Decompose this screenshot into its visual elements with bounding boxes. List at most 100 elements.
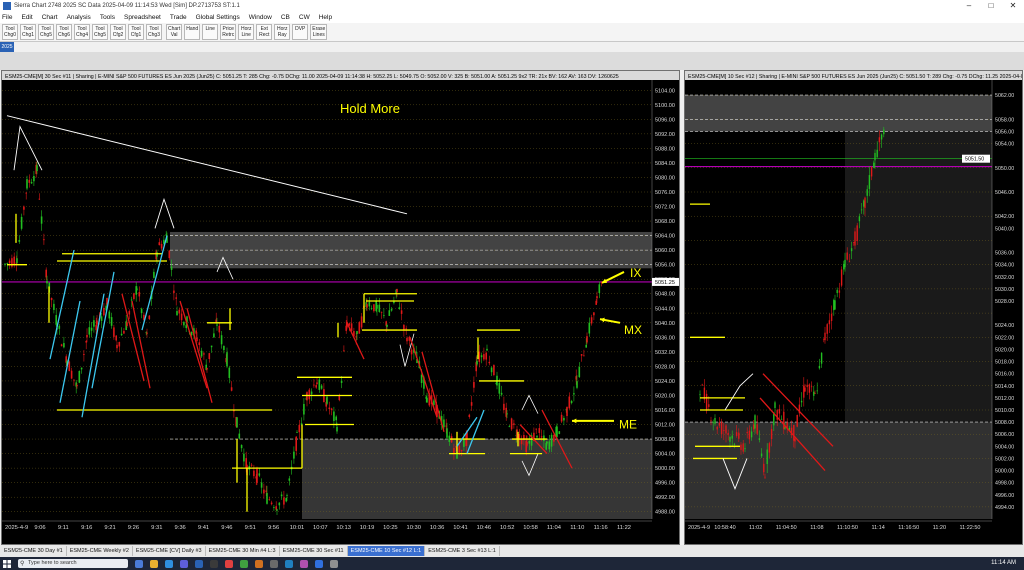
teams-icon[interactable] <box>180 559 188 568</box>
chart-tab[interactable]: ESM25-CME 30 Min #4 L:3 <box>206 546 280 556</box>
sierra-chart-icon[interactable] <box>195 559 203 568</box>
task-view-icon[interactable] <box>135 559 143 568</box>
candle-body <box>320 385 323 389</box>
toolbar-button-tool-cfg1[interactable]: Tool Cfg1 <box>128 24 144 40</box>
toolbar-button-tool-cfg2[interactable]: Tool Cfg2 <box>110 24 126 40</box>
toolbar-button-hand[interactable]: Hand <box>184 24 201 40</box>
candle-body <box>206 367 208 370</box>
toolbar-button-tool-chg1[interactable]: Tool Chg1 <box>20 24 36 40</box>
chart-tab[interactable]: ESM25-CME 30 Sec #11 <box>280 546 348 556</box>
app-icon-1[interactable] <box>210 559 218 568</box>
app-icon-7[interactable] <box>300 559 308 568</box>
candle-body <box>558 431 561 434</box>
edge-icon[interactable] <box>165 559 173 568</box>
toolbar-button-tool-chg0[interactable]: Tool Chg0 <box>2 24 18 40</box>
candle-body <box>318 379 321 390</box>
chart-10sec-canvas[interactable]: ESM25-CME[M] 10 Sec #12 | Sharing | E-MI… <box>685 71 1023 545</box>
menu-cw[interactable]: CW <box>299 14 310 21</box>
candle-body <box>308 389 311 400</box>
menu-edit[interactable]: Edit <box>21 14 32 21</box>
candle-body <box>498 382 501 394</box>
price-axis-label: 5036.00 <box>655 335 675 341</box>
candle-body <box>213 333 215 338</box>
price-axis-label: 5016.00 <box>995 372 1014 378</box>
menu-spreadsheet[interactable]: Spreadsheet <box>124 14 161 21</box>
candle-body <box>226 352 228 367</box>
candle-body <box>590 317 593 324</box>
price-axis-bg <box>992 80 1022 544</box>
app-icon-5[interactable] <box>270 559 278 568</box>
candle-body <box>844 259 846 268</box>
chart-30sec-canvas[interactable]: ESM25-CME[M] 30 Sec #11 | Sharing | E-MI… <box>2 71 680 545</box>
current-price-tag: 5051.50 <box>965 157 984 163</box>
app-icon-9[interactable] <box>330 559 338 568</box>
toolbar-button-tool-chg4[interactable]: Tool Chg4 <box>74 24 90 40</box>
candle-body <box>578 366 581 378</box>
peak-marker <box>521 394 539 414</box>
toolbar-button-horz-line[interactable]: Horz Line <box>238 24 255 40</box>
menu-file[interactable]: File <box>2 14 12 21</box>
candle-body <box>746 432 748 434</box>
menu-bar: File Edit Chart Analysis Tools Spreadsheet Tra… <box>0 12 1024 23</box>
app-icon-2[interactable] <box>225 559 233 568</box>
time-axis-label: 10:13 <box>336 525 351 531</box>
time-axis-label: 11:04 <box>547 525 562 531</box>
price-axis-label: 5012.00 <box>655 423 675 429</box>
chart-tab[interactable]: ESM25-CME 3 Sec #13 L:1 <box>425 546 500 556</box>
menu-cb[interactable]: CB <box>281 14 290 21</box>
app-icon-3[interactable] <box>240 559 248 568</box>
toolbar-button-line[interactable]: Line <box>202 24 219 40</box>
toolbar-button-tool-chg3[interactable]: Tool Chg3 <box>146 24 162 40</box>
menu-trade[interactable]: Trade <box>170 14 187 21</box>
menu-chart[interactable]: Chart <box>42 14 58 21</box>
candle-body <box>273 507 275 508</box>
toolbar-button-tool-chg5[interactable]: Tool Chg5 <box>92 24 108 40</box>
time-axis-label: 11:16 <box>594 525 608 531</box>
chart-10sec[interactable]: ESM25-CME[M] 10 Sec #12 | Sharing | E-MI… <box>684 70 1023 545</box>
candle-body <box>63 343 65 348</box>
chart-tab[interactable]: ESM25-CME [CV] Daily #3 <box>133 546 206 556</box>
chart-tab[interactable]: ESM25-CME 30 Day #1 <box>1 546 67 556</box>
candle-body <box>563 417 565 421</box>
maximize-icon[interactable]: □ <box>980 0 1002 12</box>
price-axis-label: 5012.00 <box>995 396 1014 402</box>
toolbar-button-chart-val[interactable]: Chart Val <box>166 24 183 40</box>
search-placeholder: Type here to search <box>28 560 77 566</box>
minimize-icon[interactable]: – <box>958 0 980 12</box>
toolbar-button-erase-lines[interactable]: Erase Lines <box>310 24 328 40</box>
price-axis-label: 4998.00 <box>995 481 1014 487</box>
toolbar-button-dvp[interactable]: DVP <box>292 24 309 40</box>
candle-body <box>263 489 265 494</box>
menu-analysis[interactable]: Analysis <box>67 14 91 21</box>
app-icon-4[interactable] <box>255 559 263 568</box>
candle-body <box>280 494 283 497</box>
menu-window[interactable]: Window <box>249 14 272 21</box>
candle-body <box>796 414 798 427</box>
candle-body <box>548 441 551 450</box>
candle-body <box>806 384 808 388</box>
close-icon[interactable]: ✕ <box>1002 0 1024 12</box>
menu-tools[interactable]: Tools <box>100 14 115 21</box>
candle-body <box>783 411 785 430</box>
menu-help[interactable]: Help <box>319 14 332 21</box>
chart-30sec[interactable]: ESM25-CME[M] 30 Sec #11 | Sharing | E-MI… <box>1 70 680 545</box>
toolbar-button-ext-rect[interactable]: Ext Rect <box>256 24 273 40</box>
toolbar-button-price-retrc[interactable]: Price Retrc <box>220 24 237 40</box>
file-explorer-icon[interactable] <box>150 559 158 568</box>
app-icon-8[interactable] <box>315 559 323 568</box>
candle-body <box>770 429 773 440</box>
start-button[interactable] <box>0 557 14 570</box>
toolbar-button-tool-chg6[interactable]: Tool Chg6 <box>56 24 72 40</box>
toolbar-button-horz-ray[interactable]: Horz Ray <box>274 24 291 40</box>
candle-body <box>460 449 463 452</box>
candle-body <box>725 425 727 434</box>
menu-global-settings[interactable]: Global Settings <box>196 14 240 21</box>
app-icon-6[interactable] <box>285 559 293 568</box>
chart-tab[interactable]: ESM25-CME Weekly #2 <box>67 546 133 556</box>
candle-body <box>83 353 85 355</box>
chart-tab[interactable]: ESM25-CME 10 Sec #12 L:1 <box>347 546 426 556</box>
time-axis-label: 10:52 <box>500 525 515 531</box>
taskbar-search[interactable]: ⚲ Type here to search <box>18 559 128 568</box>
toolbar-button-tool-chg5[interactable]: Tool Chg5 <box>38 24 54 40</box>
candle-body <box>553 434 555 442</box>
